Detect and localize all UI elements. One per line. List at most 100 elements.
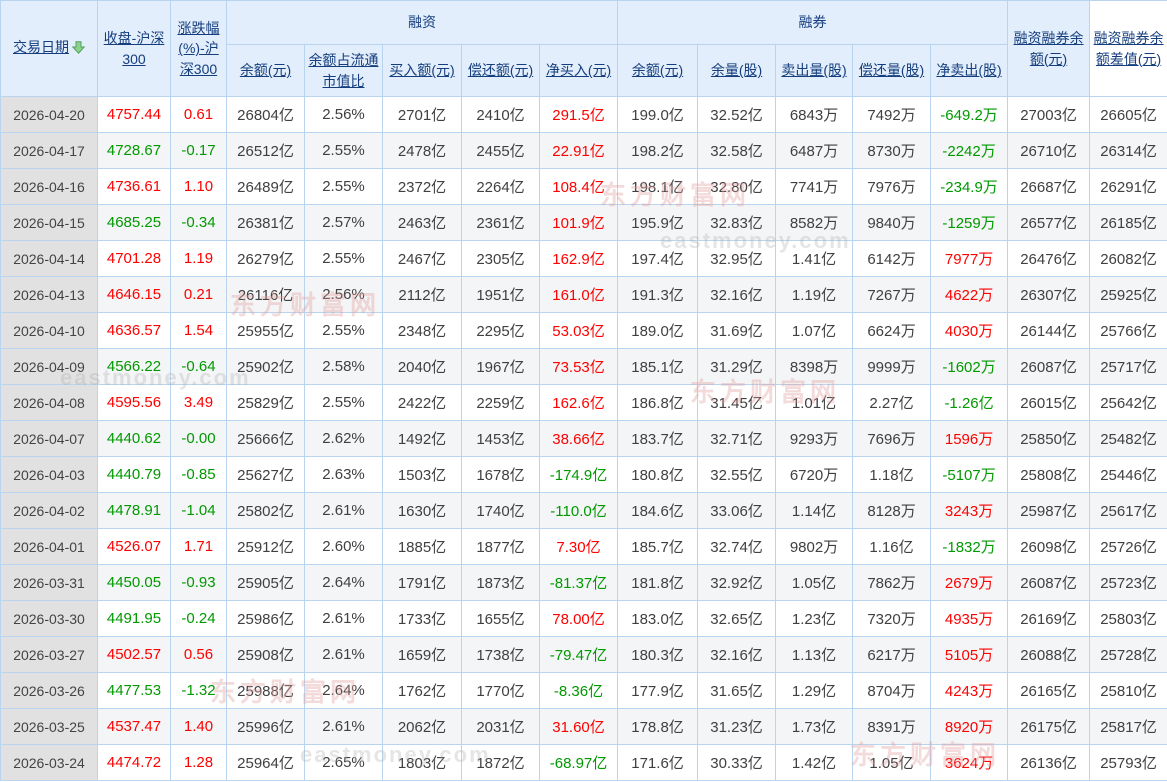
rq-balance-label[interactable]: 余额(元) bbox=[632, 62, 683, 78]
column-header-rz-net-buy[interactable]: 净买入(元) bbox=[538, 44, 619, 97]
value-cell: 8391万 bbox=[852, 708, 932, 745]
value-cell: -1.32 bbox=[170, 672, 227, 709]
value-cell: -79.47亿 bbox=[538, 636, 619, 673]
column-header-rz-ratio[interactable]: 余额占流通市值比 bbox=[304, 44, 383, 97]
value-cell: 25850亿 bbox=[1007, 420, 1091, 457]
close-label[interactable]: 收盘-沪深300 bbox=[104, 30, 165, 66]
value-cell: 177.9亿 bbox=[617, 672, 699, 709]
value-cell: 31.65亿 bbox=[697, 672, 777, 709]
value-cell: 7977万 bbox=[930, 240, 1009, 277]
value-cell: 26476亿 bbox=[1007, 240, 1091, 277]
value-cell: 2259亿 bbox=[461, 384, 540, 421]
value-cell: 8398万 bbox=[775, 348, 854, 385]
value-cell: -1.04 bbox=[170, 492, 227, 529]
value-cell: 26169亿 bbox=[1007, 600, 1091, 637]
value-cell: 4757.44 bbox=[97, 96, 171, 133]
value-cell: 33.06亿 bbox=[697, 492, 777, 529]
value-cell: -0.34 bbox=[170, 204, 227, 241]
value-cell: 1.23亿 bbox=[775, 600, 854, 637]
table-row: 2026-04-10 4636.57 1.54 25955亿 2.55% 2348亿 229… bbox=[0, 312, 1167, 349]
value-cell: 1.13亿 bbox=[775, 636, 854, 673]
value-cell: 183.0亿 bbox=[617, 600, 699, 637]
value-cell: 1770亿 bbox=[461, 672, 540, 709]
rz-buy-label[interactable]: 买入额(元) bbox=[389, 62, 454, 78]
value-cell: 6217万 bbox=[852, 636, 932, 673]
rq-volume-label[interactable]: 余量(股) bbox=[711, 62, 762, 78]
value-cell: 25912亿 bbox=[226, 528, 305, 565]
value-cell: 2463亿 bbox=[382, 204, 462, 241]
column-header-balance-diff[interactable]: 融资融券余额差值(元) bbox=[1089, 0, 1167, 97]
column-header-rz-balance[interactable]: 余额(元) bbox=[226, 44, 305, 97]
column-header-rq-volume[interactable]: 余量(股) bbox=[697, 44, 777, 97]
column-header-rz-buy[interactable]: 买入额(元) bbox=[382, 44, 462, 97]
value-cell: 26512亿 bbox=[226, 132, 305, 169]
total-balance-label[interactable]: 融资融券余额(元) bbox=[1014, 30, 1084, 66]
value-cell: 7976万 bbox=[852, 168, 932, 205]
value-cell: 26144亿 bbox=[1007, 312, 1091, 349]
rq-net-sell-label[interactable]: 净卖出(股) bbox=[936, 62, 1001, 78]
value-cell: -1602万 bbox=[930, 348, 1009, 385]
rz-repay-label[interactable]: 偿还额(元) bbox=[468, 62, 533, 78]
column-header-total-balance[interactable]: 融资融券余额(元) bbox=[1007, 0, 1091, 97]
value-cell: 2295亿 bbox=[461, 312, 540, 349]
value-cell: -0.64 bbox=[170, 348, 227, 385]
value-cell: 26015亿 bbox=[1007, 384, 1091, 421]
value-cell: 4728.67 bbox=[97, 132, 171, 169]
value-cell: 2410亿 bbox=[461, 96, 540, 133]
value-cell: 25808亿 bbox=[1007, 456, 1091, 493]
value-cell: 26082亿 bbox=[1089, 240, 1167, 277]
value-cell: 2.55% bbox=[304, 240, 383, 277]
value-cell: -5107万 bbox=[930, 456, 1009, 493]
change-pct-label[interactable]: 涨跌幅(%)-沪深300 bbox=[178, 20, 220, 77]
sort-descending-icon[interactable] bbox=[71, 39, 86, 59]
value-cell: 1.19亿 bbox=[775, 276, 854, 313]
column-header-change-pct[interactable]: 涨跌幅(%)-沪深300 bbox=[170, 0, 227, 97]
value-cell: 7267万 bbox=[852, 276, 932, 313]
value-cell: 25726亿 bbox=[1089, 528, 1167, 565]
value-cell: 26136亿 bbox=[1007, 744, 1091, 781]
table-row: 2026-04-20 4757.44 0.61 26804亿 2.56% 2701亿 241… bbox=[0, 96, 1167, 133]
value-cell: 1.14亿 bbox=[775, 492, 854, 529]
table-row: 2026-04-01 4526.07 1.71 25912亿 2.60% 1885亿 187… bbox=[0, 528, 1167, 565]
value-cell: 2.63% bbox=[304, 456, 383, 493]
value-cell: 8128万 bbox=[852, 492, 932, 529]
balance-diff-label[interactable]: 融资融券余额差值(元) bbox=[1094, 30, 1164, 66]
trade-date-label[interactable]: 交易日期 bbox=[13, 39, 69, 55]
value-cell: 32.83亿 bbox=[697, 204, 777, 241]
value-cell: 2.65% bbox=[304, 744, 383, 781]
column-header-rq-sell[interactable]: 卖出量(股) bbox=[775, 44, 854, 97]
column-header-rq-balance[interactable]: 余额(元) bbox=[617, 44, 699, 97]
value-cell: 2467亿 bbox=[382, 240, 462, 277]
column-header-rq-net-sell[interactable]: 净卖出(股) bbox=[930, 44, 1009, 97]
value-cell: 1873亿 bbox=[461, 564, 540, 601]
column-header-trade-date[interactable]: 交易日期 bbox=[0, 0, 98, 97]
value-cell: 2701亿 bbox=[382, 96, 462, 133]
value-cell: -68.97亿 bbox=[538, 744, 619, 781]
value-cell: 1.16亿 bbox=[852, 528, 932, 565]
rz-ratio-label[interactable]: 余额占流通市值比 bbox=[309, 52, 379, 88]
column-header-rz-repay[interactable]: 偿还额(元) bbox=[461, 44, 540, 97]
rq-sell-label[interactable]: 卖出量(股) bbox=[781, 62, 846, 78]
value-cell: 1.19 bbox=[170, 240, 227, 277]
value-cell: 26175亿 bbox=[1007, 708, 1091, 745]
value-cell: 2040亿 bbox=[382, 348, 462, 385]
margin-trading-page: 东方财富网 eastmoney.com 东方财富网 eastmoney.com … bbox=[0, 0, 1167, 782]
value-cell: 32.65亿 bbox=[697, 600, 777, 637]
value-cell: 26087亿 bbox=[1007, 348, 1091, 385]
value-cell: 25793亿 bbox=[1089, 744, 1167, 781]
value-cell: 26098亿 bbox=[1007, 528, 1091, 565]
value-cell: 2.62% bbox=[304, 420, 383, 457]
value-cell: 0.61 bbox=[170, 96, 227, 133]
rz-balance-label[interactable]: 余额(元) bbox=[240, 62, 291, 78]
value-cell: 26710亿 bbox=[1007, 132, 1091, 169]
column-header-close[interactable]: 收盘-沪深300 bbox=[97, 0, 171, 97]
column-header-rq-repay[interactable]: 偿还量(股) bbox=[852, 44, 932, 97]
rz-net-buy-label[interactable]: 净买入(元) bbox=[546, 62, 611, 78]
value-cell: 4450.05 bbox=[97, 564, 171, 601]
value-cell: 4685.25 bbox=[97, 204, 171, 241]
value-cell: -0.24 bbox=[170, 600, 227, 637]
value-cell: 6142万 bbox=[852, 240, 932, 277]
rq-repay-label[interactable]: 偿还量(股) bbox=[859, 62, 924, 78]
value-cell: 2679万 bbox=[930, 564, 1009, 601]
value-cell: -1832万 bbox=[930, 528, 1009, 565]
